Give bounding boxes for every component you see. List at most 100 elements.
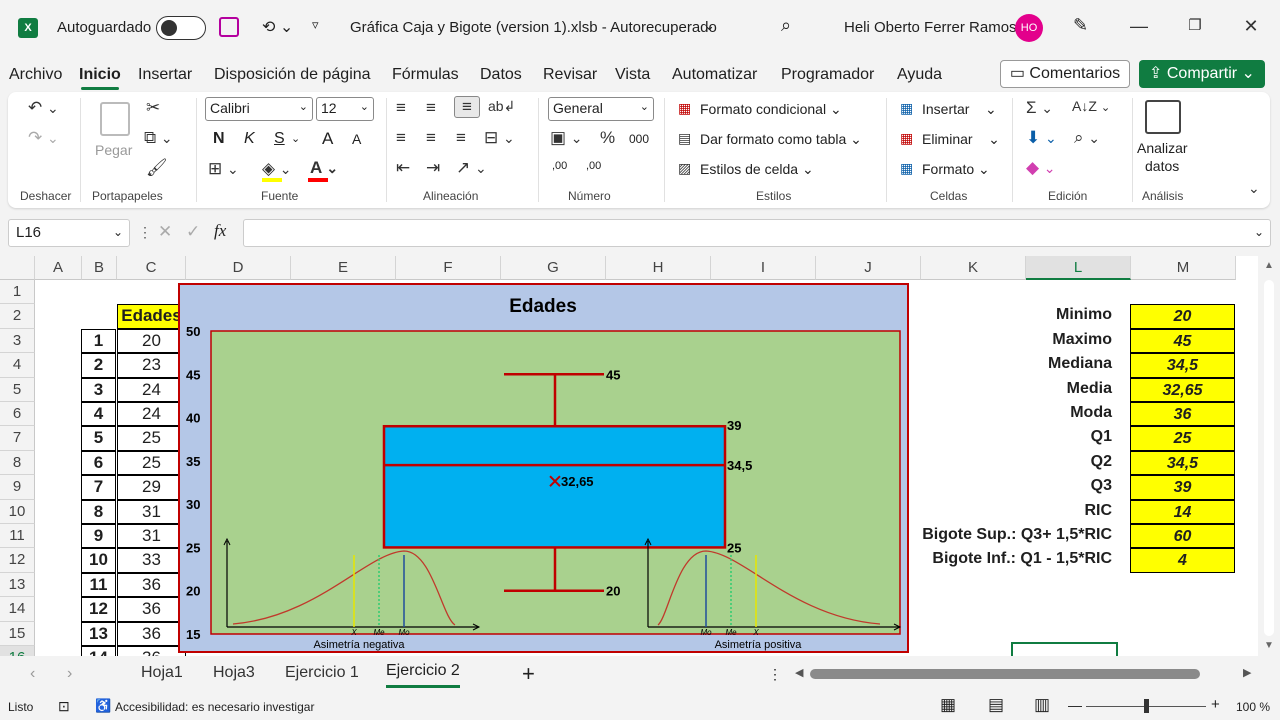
align-bottom-icon[interactable]: ≡ <box>454 96 480 118</box>
tab-disposicion[interactable]: Disposición de página <box>214 66 371 84</box>
row-header-10[interactable]: 10 <box>0 499 35 524</box>
hscroll-right-icon[interactable]: ▶ <box>1243 666 1251 679</box>
sync-icon[interactable]: ⟲ ⌄ <box>262 17 293 37</box>
prev-sheet-icon[interactable]: ‹ <box>30 665 35 683</box>
autosum-icon[interactable]: Σ ⌄ <box>1026 98 1053 118</box>
chevron-down-icon[interactable]: ⌄ <box>704 18 715 34</box>
find-icon[interactable]: ⌕ ⌄ <box>1074 128 1100 148</box>
box-plot-chart[interactable]: Edades 50 45 40 35 30 25 20 15 45 39 34,5 32,65 25 2… <box>178 283 910 654</box>
document-title[interactable]: Gráfica Caja y Bigote (version 1).xlsb -… <box>350 19 717 36</box>
merge-center-icon[interactable]: ⊟ ⌄ <box>484 128 515 148</box>
number-format-select[interactable]: General ⌄ <box>548 97 654 121</box>
paste-icon[interactable] <box>100 102 130 136</box>
cancel-icon[interactable]: ✕ <box>158 222 172 242</box>
thousands-button[interactable]: 000 <box>629 132 649 146</box>
zoom-slider-thumb[interactable] <box>1144 699 1149 713</box>
row-header-4[interactable]: 4 <box>0 353 35 378</box>
tab-insertar[interactable]: Insertar <box>138 66 192 84</box>
borders-icon[interactable]: ⊞ ⌄ <box>208 159 239 179</box>
font-size-select[interactable]: 12 ⌄ <box>316 97 374 121</box>
percent-icon[interactable]: % <box>600 128 615 148</box>
collapse-ribbon-icon[interactable]: ⌄ <box>1248 180 1260 197</box>
shrink-font-button[interactable]: A <box>352 131 361 147</box>
add-sheet-icon[interactable]: + <box>522 661 535 687</box>
row-header-13[interactable]: 13 <box>0 572 35 598</box>
more-icon[interactable]: ⋮ <box>138 224 152 241</box>
redo-icon[interactable]: ↷ ⌄ <box>28 128 59 148</box>
insert-cells-button[interactable]: Insertar ⌄ <box>922 101 997 118</box>
format-cells-button[interactable]: Formato ⌄ <box>922 161 990 178</box>
fill-color-icon[interactable]: ◈ ⌄ <box>262 159 292 179</box>
scroll-down-icon[interactable]: ▼ <box>1264 640 1274 651</box>
column-header-j[interactable]: J <box>816 256 921 280</box>
column-header-i[interactable]: I <box>711 256 816 280</box>
tab-datos[interactable]: Datos <box>480 66 522 84</box>
row-header-5[interactable]: 5 <box>0 377 35 402</box>
comments-button[interactable]: ▭ Comentarios <box>1000 60 1130 88</box>
row-header-7[interactable]: 7 <box>0 426 35 451</box>
row-header-16[interactable]: 16 <box>0 646 35 656</box>
row-header-11[interactable]: 11 <box>0 524 35 549</box>
accessibility-icon[interactable]: ♿ <box>95 698 111 714</box>
undo-icon[interactable]: ↶ ⌄ <box>28 98 59 118</box>
row-header-2[interactable]: 2 <box>0 304 35 329</box>
row-header-8[interactable]: 8 <box>0 450 35 476</box>
search-icon[interactable]: ⌕ <box>781 15 791 36</box>
zoom-in-icon[interactable]: + <box>1211 696 1220 713</box>
row-header-6[interactable]: 6 <box>0 402 35 427</box>
currency-icon[interactable]: ▣ ⌄ <box>550 128 583 148</box>
font-name-select[interactable]: Calibri ⌄ <box>205 97 313 121</box>
name-box[interactable]: L16 ⌄ <box>8 219 130 247</box>
row-header-3[interactable]: 3 <box>0 328 35 354</box>
selected-cell-l16[interactable] <box>1011 642 1118 656</box>
share-button[interactable]: ⇪ Compartir ⌄ <box>1139 60 1265 88</box>
horizontal-scroll-thumb[interactable] <box>810 669 1200 679</box>
column-header-f[interactable]: F <box>396 256 501 280</box>
column-header-l[interactable]: L <box>1026 256 1131 280</box>
zoom-level[interactable]: 100 % <box>1236 700 1270 714</box>
format-as-table-button[interactable]: Dar formato como tabla ⌄ <box>700 131 862 148</box>
analyze-data-icon[interactable] <box>1145 100 1181 134</box>
vertical-scrollbar[interactable]: ▲ ▼ <box>1258 256 1280 656</box>
tab-programador[interactable]: Programador <box>781 66 874 84</box>
scroll-up-icon[interactable]: ▲ <box>1264 260 1274 271</box>
scroll-thumb[interactable] <box>1264 280 1274 636</box>
delete-cells-button[interactable]: Eliminar ⌄ <box>922 131 1000 148</box>
align-top-icon[interactable]: ≡ <box>396 98 406 118</box>
customize-toolbar-icon[interactable]: ▿ <box>312 17 319 33</box>
page-layout-view-icon[interactable]: ▤ <box>988 695 1004 715</box>
column-header-h[interactable]: H <box>606 256 711 280</box>
row-header-12[interactable]: 12 <box>0 548 35 573</box>
accessibility-status[interactable]: Accesibilidad: es necesario investigar <box>115 700 314 714</box>
column-header-k[interactable]: K <box>921 256 1026 280</box>
autosave-toggle[interactable] <box>156 16 206 40</box>
format-painter-icon[interactable]: 🖌 <box>146 158 168 178</box>
analyze-data-label-2[interactable]: datos <box>1145 158 1179 174</box>
cut-icon[interactable]: ✂ <box>146 98 160 118</box>
macro-record-icon[interactable]: ⊡ <box>58 698 70 715</box>
column-header-d[interactable]: D <box>186 256 291 280</box>
sort-filter-icon[interactable]: A↓Z ⌄ <box>1072 98 1111 114</box>
hscroll-left-icon[interactable]: ◀ <box>795 666 803 679</box>
increase-decimal-button[interactable]: ,00 <box>552 160 567 172</box>
column-header-c[interactable]: C <box>117 256 186 280</box>
row-header-15[interactable]: 15 <box>0 621 35 646</box>
cell-styles-button[interactable]: Estilos de celda ⌄ <box>700 161 814 178</box>
formula-input[interactable]: ⌄ <box>243 219 1271 247</box>
avatar[interactable]: HO <box>1015 14 1043 42</box>
restore-icon[interactable]: ❐ <box>1183 16 1207 34</box>
more-sheets-icon[interactable]: ⋮ <box>768 666 782 683</box>
increase-indent-icon[interactable]: ⇥ <box>426 158 440 178</box>
align-center-icon[interactable]: ≡ <box>426 128 436 148</box>
align-middle-icon[interactable]: ≡ <box>426 98 436 118</box>
next-sheet-icon[interactable]: › <box>67 665 72 683</box>
italic-button[interactable]: K <box>244 130 255 148</box>
column-header-a[interactable]: A <box>35 256 82 280</box>
sheet-tab-hoja1[interactable]: Hoja1 <box>141 664 183 682</box>
font-color-icon[interactable]: A ⌄ <box>310 158 338 178</box>
pen-icon[interactable]: ✎ <box>1073 15 1088 36</box>
orientation-icon[interactable]: ↗ ⌄ <box>456 158 487 178</box>
zoom-out-icon[interactable]: — <box>1068 697 1082 713</box>
decrease-decimal-button[interactable]: ,00 <box>586 160 601 172</box>
column-header-g[interactable]: G <box>501 256 606 280</box>
